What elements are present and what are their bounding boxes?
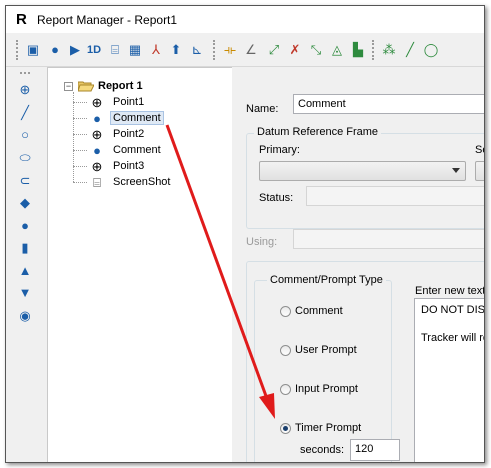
tree-node-screenshot[interactable]: ⌸ ScreenShot [73,175,213,191]
toolbar-separator [213,40,218,60]
camera-icon[interactable]: ⌸ [106,41,124,59]
radio-button[interactable] [280,345,291,356]
window-title: Report Manager - Report1 [37,13,178,27]
axes-plus-icon[interactable]: ⊾ [188,41,206,59]
comment-icon: ● [93,111,101,126]
tree-node-label: Point1 [113,96,145,108]
cross-icon[interactable]: ✗ [286,41,304,59]
radio-label: Input Prompt [295,383,358,395]
torus-icon[interactable]: ▼ [17,285,33,301]
radio-button[interactable] [280,306,291,317]
target-icon[interactable]: ◬ [328,41,346,59]
secondary-dropdown[interactable] [475,161,484,181]
radio-button-selected[interactable] [280,423,291,434]
collapse-icon[interactable]: − [64,82,73,91]
tree-node-label: Point3 [113,160,145,172]
comment-type-title: Comment/Prompt Type [267,274,386,286]
angle-icon[interactable]: ∠ [242,41,260,59]
cone-icon[interactable]: ▲ [17,263,33,279]
toolbar-separator [372,40,377,60]
tree-node-label: Comment [110,111,164,125]
secondary-label: Se [475,144,484,156]
circle-icon[interactable]: ○ [17,127,33,143]
report-manager-window: R Report Manager - Report1 ▣ ● ▶ 1D ⌸ ▦ … [5,5,485,463]
chart-icon[interactable]: ▙ [349,41,367,59]
play-icon[interactable]: ▶ [66,41,84,59]
name-label: Name: [246,103,279,115]
text-line: Tracker will res [421,332,484,344]
main-toolbar: ▣ ● ▶ 1D ⌸ ▦ ⅄ ⬆ ⊾ ⟛ ∠ ⤢ ✗ ⤡ ◬ ▙ ⁂ ╱ ◯ [6,34,484,67]
tree-node-point2[interactable]: ⊕ Point2 [73,127,213,143]
tree-node-point1[interactable]: ⊕ Point1 [73,95,213,111]
enter-text-label: Enter new text. [415,285,485,297]
seconds-input[interactable]: 120 [350,439,400,461]
radio-label: Timer Prompt [295,422,362,434]
using-label: Using: [246,236,278,248]
properties-panel: Name: Comment Datum Reference Frame Prim… [232,67,484,462]
tree-node-label: Comment [113,144,161,156]
datum-reference-title: Datum Reference Frame [254,126,382,138]
slash-icon[interactable]: ╱ [401,41,419,59]
ellipse-icon[interactable]: ⬭ [17,150,33,166]
point-icon[interactable]: ⊕ [17,82,33,98]
line-point-icon[interactable]: ⤢ [265,41,283,59]
open-folder-icon [78,81,94,92]
report-tree: − Report 1 ⊕ Point1 ● Comment ⊕ Point2 ● [47,67,233,462]
comment-icon[interactable]: ● [46,41,64,59]
tree-node-comment-2[interactable]: ● Comment [73,143,213,159]
1d-icon[interactable]: 1D [85,41,103,59]
slot-icon[interactable]: ⊂ [17,173,33,189]
sparkle-icon[interactable]: ⁂ [380,41,398,59]
status-field [306,186,484,206]
tree-node-label: Point2 [113,128,145,140]
title-bar: R Report Manager - Report1 [6,6,484,33]
circle-icon[interactable]: ◯ [422,41,440,59]
seconds-label: seconds: [300,444,345,456]
tree-node-point3[interactable]: ⊕ Point3 [73,159,213,175]
cylinder-icon[interactable]: ▮ [17,240,33,256]
feature-toolbar: ⊕ ╱ ○ ⬭ ⊂ ◆ ● ▮ ▲ ▼ ◉ [6,67,46,462]
grid-icon[interactable]: ▦ [126,41,144,59]
name-field[interactable]: Comment [293,94,484,114]
chevron-down-icon [452,168,460,173]
save-icon[interactable]: ▣ [24,41,42,59]
radio-label: Comment [295,305,343,317]
dimension-icon[interactable]: ⟛ [221,41,239,59]
import-icon[interactable]: ⬆ [167,41,185,59]
point-icon: ⊕ [91,159,103,174]
status-label: Status: [259,192,294,204]
line-cross-icon[interactable]: ⤡ [307,41,325,59]
point-icon: ⊕ [91,127,103,142]
plane-icon[interactable]: ◆ [17,195,33,211]
axes-icon[interactable]: ⅄ [147,41,165,59]
app-icon: R [16,11,27,28]
toolbar-grip [20,72,30,77]
point-icon: ⊕ [91,95,103,110]
text-line: DO NOT DISTU [421,304,485,316]
ring-icon[interactable]: ◉ [17,308,33,324]
primary-label: Primary: [259,144,300,156]
radio-button[interactable] [280,384,291,395]
tree-root-label: Report 1 [98,80,143,92]
sphere-icon[interactable]: ● [17,218,33,234]
radio-label: User Prompt [295,344,357,356]
primary-dropdown[interactable] [259,161,466,181]
using-field [293,229,484,249]
tree-node-label: ScreenShot [113,176,171,188]
comment-icon: ● [93,143,101,158]
screenshot-icon: ⌸ [93,175,101,190]
toolbar-grip [16,40,21,60]
comment-text-area[interactable]: DO NOT DISTU Tracker will res [414,298,485,462]
tree-node-comment-1[interactable]: ● Comment [73,111,213,127]
line-icon[interactable]: ╱ [17,105,33,121]
